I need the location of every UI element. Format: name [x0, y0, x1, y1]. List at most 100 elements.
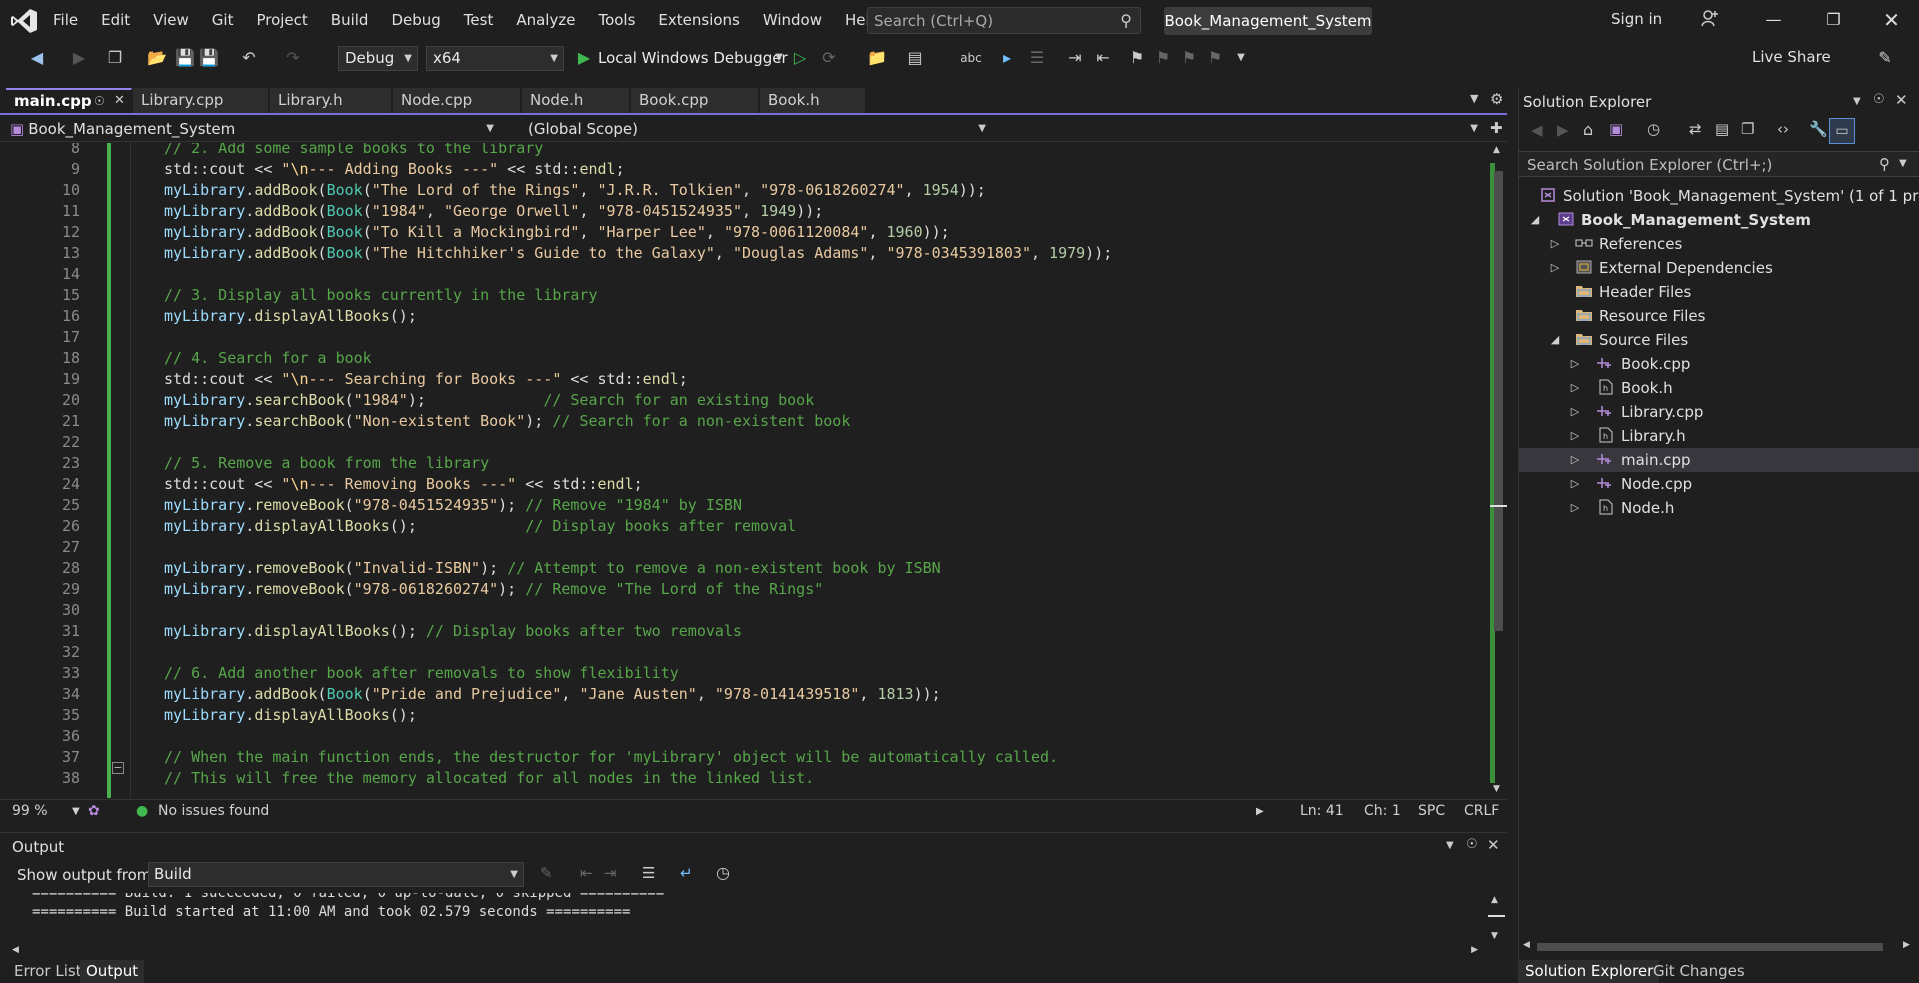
- prev-bookmark-icon[interactable]: ⚑: [1152, 46, 1174, 70]
- solution-platform-select[interactable]: x64 ▼: [426, 46, 564, 71]
- close-panel-icon[interactable]: ✕: [1895, 91, 1908, 109]
- output-vertical-scrollbar[interactable]: ▲ ▼: [1488, 893, 1505, 945]
- code-line[interactable]: // 6. Add another book after removals to…: [164, 663, 679, 684]
- menu-test[interactable]: Test: [464, 11, 494, 29]
- tree-item-node-cpp[interactable]: ▷ Node.cpp: [1519, 472, 1919, 496]
- bookmark-icon[interactable]: ⚑: [1126, 46, 1148, 70]
- chevron-down-icon[interactable]: ▼: [774, 46, 784, 70]
- forward-icon[interactable]: ▶: [1557, 121, 1569, 139]
- sync-icon[interactable]: ⇄: [1689, 120, 1702, 138]
- save-all-icon[interactable]: 💾: [198, 46, 220, 70]
- sign-in-link[interactable]: Sign in: [1611, 10, 1662, 28]
- outdent-icon[interactable]: ⇤: [1092, 46, 1114, 70]
- next-bookmark-icon[interactable]: ⚑: [1178, 46, 1200, 70]
- whitespace-indicator[interactable]: SPC: [1418, 803, 1445, 819]
- close-tab-icon[interactable]: ✕: [114, 90, 125, 112]
- pin-icon[interactable]: ☉: [94, 90, 105, 112]
- timestamp-icon[interactable]: ◷: [716, 863, 730, 882]
- next-message-icon[interactable]: ⇥: [604, 864, 617, 882]
- collapsed-chevron-icon[interactable]: ▷: [1549, 256, 1561, 280]
- tab-output[interactable]: Output: [80, 960, 145, 983]
- close-panel-icon[interactable]: ✕: [1487, 836, 1500, 854]
- menu-view[interactable]: View: [153, 11, 189, 29]
- solution-explorer-horizontal-scrollbar[interactable]: ◀ ▶: [1519, 940, 1919, 954]
- copilot-icon[interactable]: ✿: [88, 803, 100, 819]
- new-project-icon[interactable]: ❐: [104, 46, 126, 70]
- code-line[interactable]: myLibrary.searchBook("1984"); // Search …: [164, 390, 814, 411]
- tree-item-references[interactable]: ▷ References: [1519, 232, 1919, 256]
- scroll-left-icon[interactable]: ◀: [1523, 940, 1530, 950]
- tab-list-chevron-icon[interactable]: ▼: [1470, 92, 1478, 105]
- code-line[interactable]: myLibrary.removeBook("Invalid-ISBN"); //…: [164, 558, 941, 579]
- output-text-area[interactable]: ========== Build: 1 succeeded, 0 failed,…: [10, 893, 1480, 945]
- menu-window[interactable]: Window: [763, 11, 822, 29]
- project-scope-select[interactable]: ▣ Book_Management_System ▼: [10, 118, 498, 140]
- start-debugging-icon[interactable]: ▶: [574, 46, 594, 70]
- menu-tools[interactable]: Tools: [598, 11, 635, 29]
- scroll-right-icon[interactable]: ▶: [1471, 945, 1478, 955]
- tab-node-cpp[interactable]: Node.cpp: [393, 88, 521, 113]
- code-line[interactable]: std::cout << "\n--- Searching for Books …: [164, 369, 688, 390]
- pin-icon[interactable]: ☉: [1466, 837, 1478, 852]
- switch-views-icon[interactable]: ▣: [1609, 120, 1623, 138]
- code-line[interactable]: myLibrary.addBook(Book("The Lord of the …: [164, 180, 986, 201]
- select-icon[interactable]: ▸: [996, 46, 1018, 70]
- split-window-icon[interactable]: ✚: [1490, 119, 1503, 137]
- collapsed-chevron-icon[interactable]: ▷: [1569, 496, 1581, 520]
- code-line[interactable]: // 3. Display all books currently in the…: [164, 285, 597, 306]
- tree-item-main-cpp[interactable]: ▷ main.cpp: [1519, 448, 1919, 472]
- scrollbar-thumb[interactable]: [1494, 171, 1503, 631]
- show-all-files-icon[interactable]: ❐: [1741, 120, 1754, 138]
- global-scope-select[interactable]: (Global Scope) ▼: [528, 118, 990, 140]
- menu-debug[interactable]: Debug: [391, 11, 440, 29]
- indent-icon[interactable]: ⇥: [1064, 46, 1086, 70]
- minimize-icon[interactable]: —: [1746, 0, 1801, 40]
- code-line[interactable]: myLibrary.removeBook("978-0451524935"); …: [164, 495, 742, 516]
- solution-name-badge[interactable]: Book_Management_System: [1164, 7, 1372, 35]
- find-message-icon[interactable]: ✎: [540, 864, 553, 882]
- tab-git-changes[interactable]: Git Changes: [1647, 960, 1751, 983]
- code-line[interactable]: myLibrary.displayAllBooks(); // Display …: [164, 621, 742, 642]
- pending-changes-icon[interactable]: ◷: [1647, 120, 1660, 138]
- zoom-level[interactable]: 99 %: [12, 803, 48, 819]
- tab-book-h[interactable]: Book.h: [760, 88, 866, 113]
- collapsed-chevron-icon[interactable]: ▷: [1569, 448, 1581, 472]
- word-wrap-icon[interactable]: ↵: [680, 864, 693, 882]
- tree-item-library-cpp[interactable]: ▷ Library.cpp: [1519, 400, 1919, 424]
- tab-book-cpp[interactable]: Book.cpp: [631, 88, 759, 113]
- navigate-back-icon[interactable]: ◀: [26, 46, 48, 70]
- menu-build[interactable]: Build: [331, 11, 369, 29]
- solution-explorer-search-input[interactable]: Search Solution Explorer (Ctrl+;) ⚲ ▼: [1519, 151, 1919, 177]
- expanded-chevron-icon[interactable]: ◢: [1549, 328, 1561, 352]
- comment-icon[interactable]: ☰: [1026, 46, 1048, 70]
- menu-extensions[interactable]: Extensions: [658, 11, 739, 29]
- chevron-down-icon[interactable]: ▼: [1899, 158, 1907, 169]
- member-scope-select[interactable]: ▼: [1000, 118, 1482, 140]
- tree-item-external-dependencies[interactable]: ▷ External Dependencies: [1519, 256, 1919, 280]
- code-line[interactable]: // This will free the memory allocated f…: [164, 768, 814, 789]
- open-file-icon[interactable]: 📂: [146, 46, 168, 70]
- account-icon[interactable]: [1700, 8, 1720, 28]
- tree-item-node-h[interactable]: ▷ h Node.h: [1519, 496, 1919, 520]
- line-ending-indicator[interactable]: CRLF: [1464, 803, 1499, 819]
- tab-node-h[interactable]: Node.h: [522, 88, 630, 113]
- output-horizontal-scrollbar[interactable]: ◀ ▶: [10, 945, 1480, 959]
- back-icon[interactable]: ◀: [1531, 121, 1543, 139]
- code-line[interactable]: std::cout << "\n--- Removing Books ---" …: [164, 474, 643, 495]
- collapsed-chevron-icon[interactable]: ▷: [1569, 472, 1581, 496]
- close-icon[interactable]: ✕: [1864, 0, 1919, 40]
- tree-item-book-cpp[interactable]: ▷ Book.cpp: [1519, 352, 1919, 376]
- home-icon[interactable]: ⌂: [1583, 120, 1593, 139]
- tab-main-cpp[interactable]: main.cpp ☉ ✕: [6, 88, 132, 113]
- issues-status[interactable]: No issues found: [158, 803, 269, 819]
- code-line[interactable]: myLibrary.addBook(Book("1984", "George O…: [164, 201, 823, 222]
- collapsed-chevron-icon[interactable]: ▷: [1569, 424, 1581, 448]
- tab-library-h[interactable]: Library.h: [270, 88, 392, 113]
- window-layout-icon[interactable]: ▤: [904, 46, 926, 70]
- chevron-down-icon[interactable]: ▼: [72, 806, 80, 817]
- code-line[interactable]: myLibrary.addBook(Book("To Kill a Mockin…: [164, 222, 950, 243]
- code-line[interactable]: myLibrary.displayAllBooks();: [164, 705, 417, 726]
- tab-solution-explorer[interactable]: Solution Explorer: [1519, 960, 1660, 983]
- start-without-debugging-icon[interactable]: ▷: [790, 46, 810, 70]
- menu-file[interactable]: File: [53, 11, 78, 29]
